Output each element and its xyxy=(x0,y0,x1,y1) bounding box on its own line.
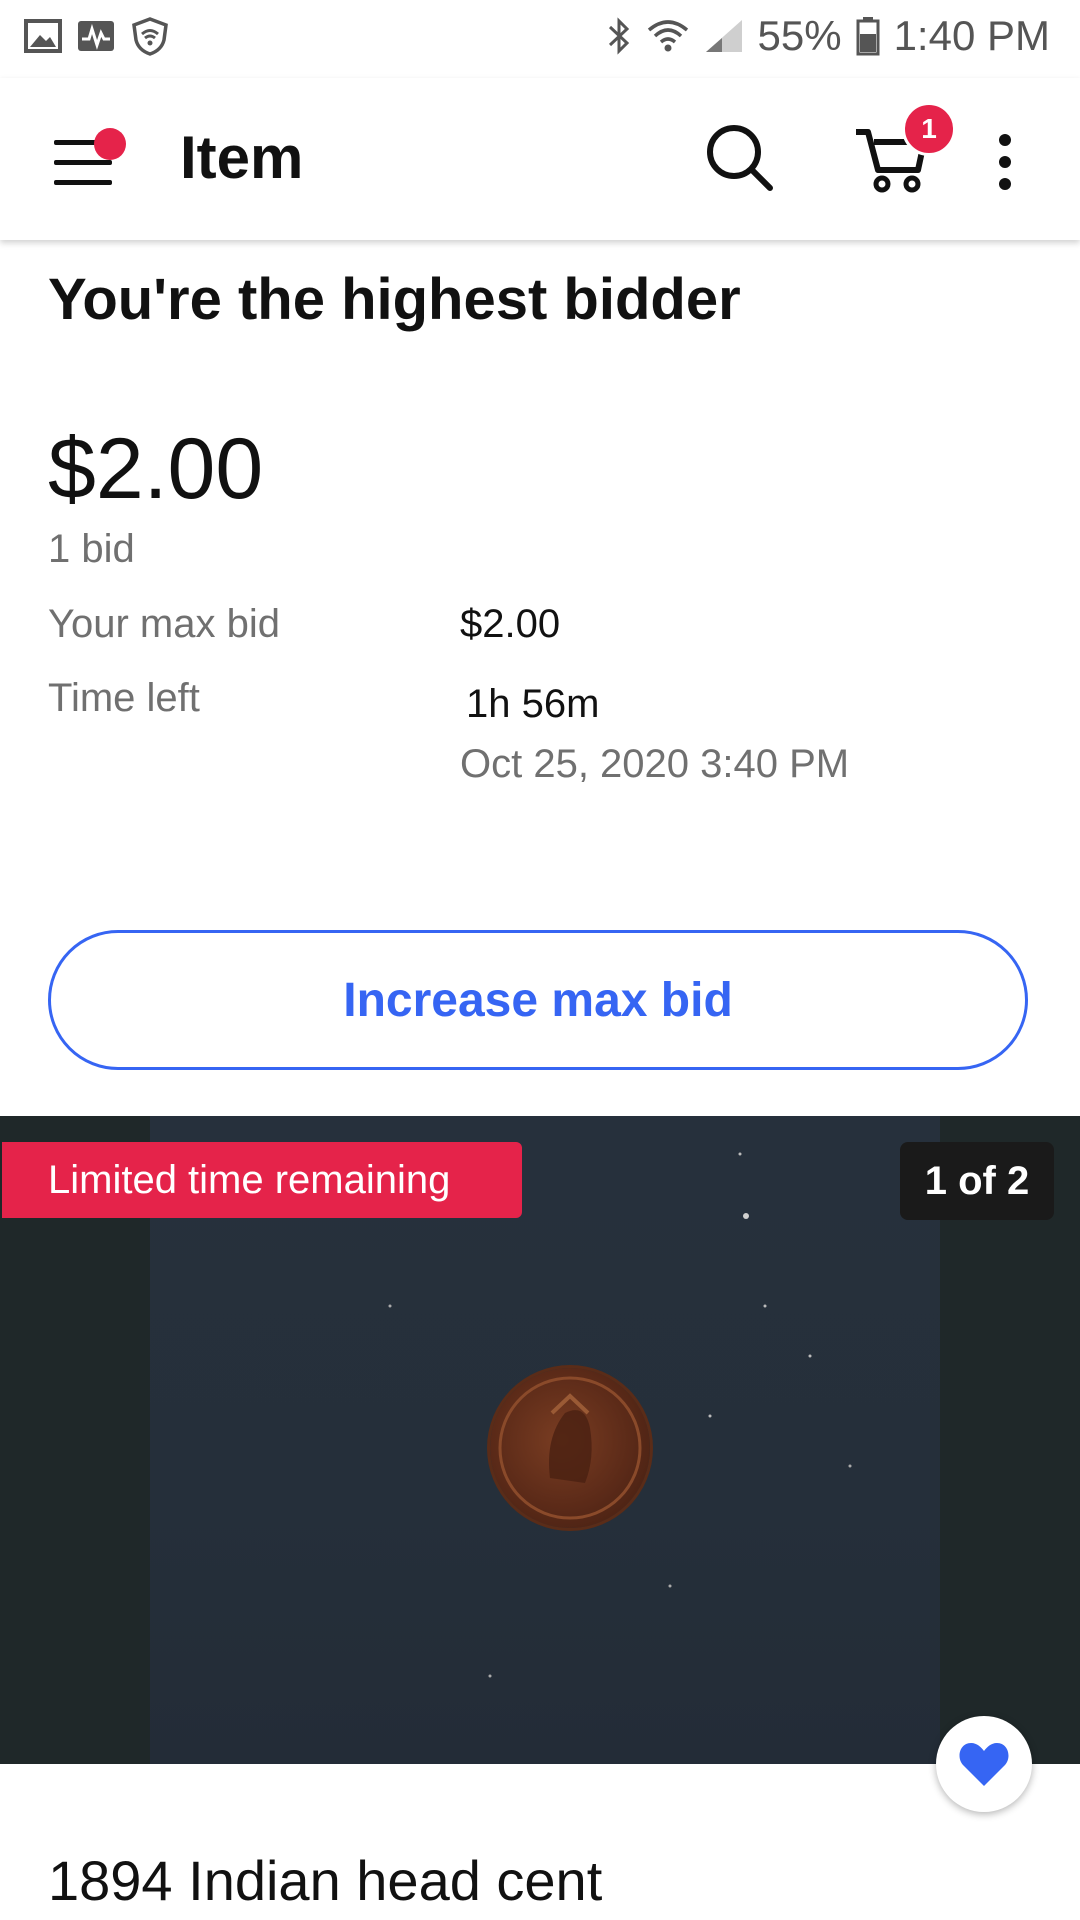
status-bar: 55% 1:40 PM xyxy=(0,0,1080,78)
cart-button[interactable]: 1 xyxy=(852,102,956,198)
activity-icon xyxy=(76,19,116,53)
watch-button[interactable] xyxy=(936,1716,1032,1812)
item-page: 55% 1:40 PM Item 1 You're the highest bi… xyxy=(0,0,1080,1920)
bid-status-headline: You're the highest bidder xyxy=(48,267,741,332)
image-icon xyxy=(24,19,62,53)
coin-image xyxy=(490,1368,650,1528)
battery-percent: 55% xyxy=(757,12,842,59)
max-bid-value: $2.00 xyxy=(460,602,561,646)
max-bid-label: Your max bid xyxy=(48,602,280,646)
auction-end-date: Oct 25, 2020 3:40 PM xyxy=(460,742,850,786)
app-bar: Item 1 xyxy=(0,78,1080,240)
limited-time-badge: Limited time remaining xyxy=(2,1142,522,1218)
cart-count-badge: 1 xyxy=(902,102,956,156)
image-counter: 1 of 2 xyxy=(900,1142,1054,1220)
current-price: $2.00 xyxy=(48,421,264,517)
battery-icon xyxy=(856,16,880,56)
more-options-button[interactable] xyxy=(990,122,1040,202)
search-button[interactable] xyxy=(700,118,780,198)
time-left-label: Time left xyxy=(48,676,200,720)
increase-max-bid-button[interactable]: Increase max bid xyxy=(48,930,1028,1070)
heart-icon xyxy=(959,1743,1009,1786)
more-vert-icon xyxy=(999,134,1011,190)
page-title: Item xyxy=(180,124,304,191)
menu-button[interactable] xyxy=(50,118,130,198)
bid-count: 1 bid xyxy=(48,527,135,571)
shield-wifi-icon xyxy=(130,16,170,56)
wifi-icon xyxy=(646,18,690,54)
item-title: 1894 Indian head cent xyxy=(48,1849,603,1912)
time-left-value: 1h 56m xyxy=(466,682,600,726)
search-icon xyxy=(707,125,773,191)
signal-icon xyxy=(704,18,744,54)
bluetooth-icon xyxy=(606,16,632,56)
clock: 1:40 PM xyxy=(893,12,1050,59)
notification-dot xyxy=(94,128,126,160)
